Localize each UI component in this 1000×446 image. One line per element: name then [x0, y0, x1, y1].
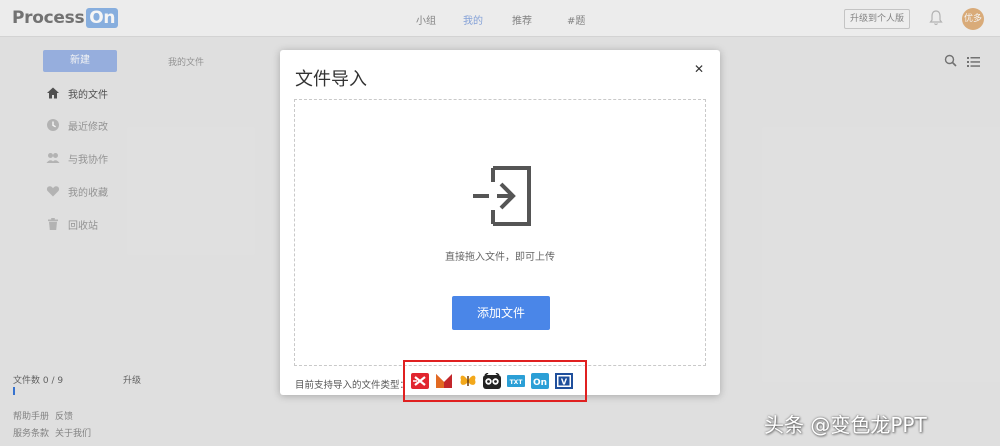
- svg-text:V: V: [561, 378, 568, 387]
- dialog-title: 文件导入: [295, 69, 367, 90]
- svg-text:On: On: [533, 378, 547, 388]
- file-import-dialog: 文件导入 ✕ 直接拖入文件，即可上传 添加文件 目前支持导入的文件类型： TXT…: [280, 50, 720, 402]
- import-icon: [471, 164, 535, 228]
- supported-types-label: 目前支持导入的文件类型：: [295, 380, 410, 391]
- mindmanager-icon: [435, 373, 453, 389]
- drop-hint: 直接拖入文件，即可上传: [445, 252, 555, 263]
- watermark: 头条 @变色龙PPT: [764, 413, 927, 437]
- xmind-icon: [411, 373, 429, 389]
- processon-icon: On: [531, 373, 549, 389]
- svg-text:TXT: TXT: [510, 379, 524, 386]
- txt-icon: TXT: [507, 373, 525, 389]
- add-file-button[interactable]: 添加文件: [452, 296, 550, 330]
- visio-icon: V: [555, 373, 573, 389]
- supported-types-highlight: TXT On V: [403, 360, 587, 402]
- close-icon[interactable]: ✕: [692, 62, 706, 76]
- freemind-icon: [459, 373, 477, 389]
- omnigraffle-icon: [483, 373, 501, 389]
- file-dropzone[interactable]: 直接拖入文件，即可上传 添加文件: [294, 99, 706, 366]
